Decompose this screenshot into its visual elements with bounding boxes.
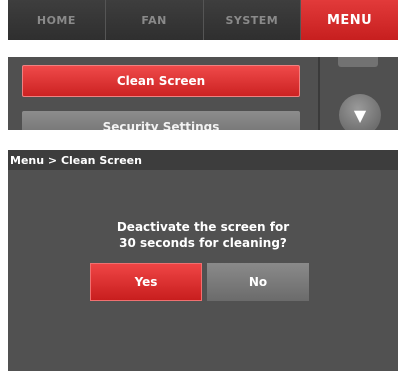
breadcrumb: Menu > Clean Screen — [8, 150, 398, 170]
menu-item-clean-screen[interactable]: Clean Screen — [22, 65, 300, 97]
tab-fan[interactable]: FAN — [105, 0, 204, 40]
confirmation-prompt: Deactivate the screen for 30 seconds for… — [8, 219, 398, 251]
down-arrow-icon: ▼ — [353, 106, 367, 125]
scroll-down-button[interactable]: ▼ — [339, 94, 381, 130]
prompt-line-1: Deactivate the screen for — [116, 220, 290, 234]
tab-home[interactable]: HOME — [8, 0, 106, 40]
tab-system[interactable]: SYSTEM — [203, 0, 302, 40]
clean-screen-dialog: Menu > Clean Screen Deactivate the scree… — [8, 150, 398, 371]
tab-menu[interactable]: MENU — [301, 0, 398, 40]
prompt-line-2: 30 seconds for cleaning? — [119, 236, 287, 250]
scroll-divider — [318, 57, 320, 130]
top-tab-bar: HOME FAN SYSTEM MENU — [8, 0, 398, 40]
menu-item-security-settings[interactable]: Security Settings — [22, 111, 300, 130]
yes-button[interactable]: Yes — [90, 263, 202, 301]
scroll-up-button[interactable] — [338, 57, 378, 67]
menu-list-panel: Clean Screen Security Settings ▼ — [8, 57, 398, 130]
no-button[interactable]: No — [207, 263, 309, 301]
